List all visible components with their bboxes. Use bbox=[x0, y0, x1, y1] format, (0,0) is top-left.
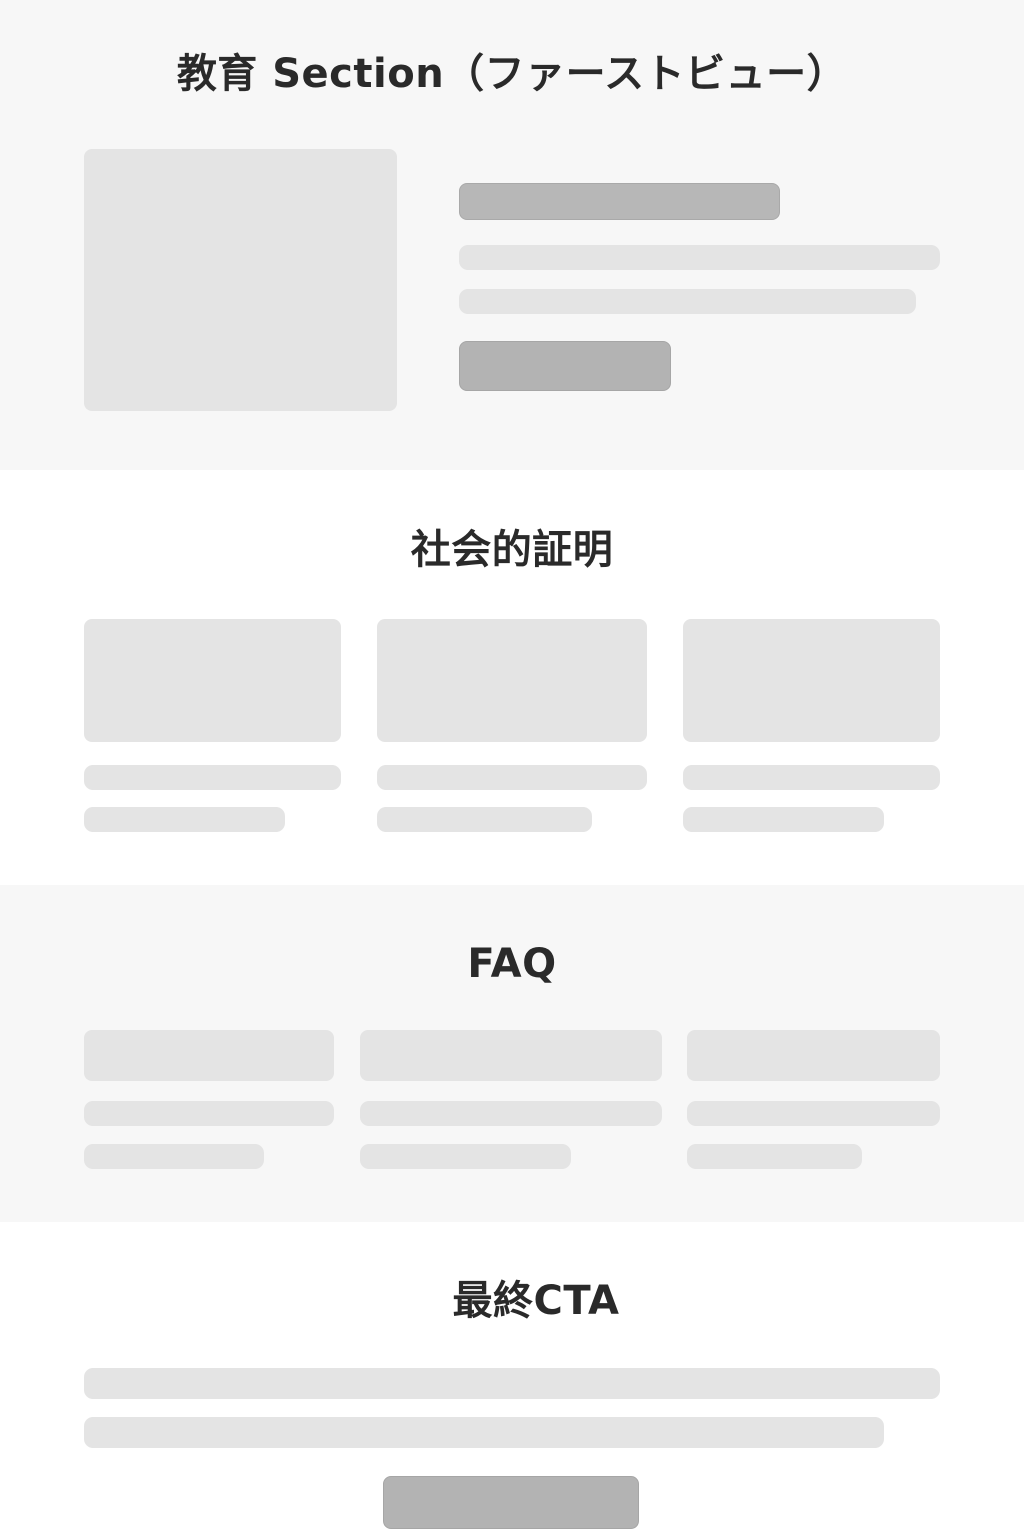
faq-section-title: FAQ bbox=[467, 941, 557, 987]
faq-question-placeholder[interactable] bbox=[360, 1030, 662, 1081]
hero-text-line-placeholder bbox=[459, 289, 916, 314]
hero-image-placeholder bbox=[84, 149, 397, 411]
faq-answer-line-placeholder bbox=[360, 1144, 571, 1169]
faq-answer-line-placeholder bbox=[84, 1144, 264, 1169]
testimonial-card-image-placeholder bbox=[377, 619, 647, 742]
testimonial-card-image-placeholder bbox=[84, 619, 341, 742]
faq-answer-line-placeholder bbox=[84, 1101, 334, 1126]
social-proof-section: 社会的証明 bbox=[0, 470, 1024, 885]
faq-section: FAQ bbox=[0, 885, 1024, 1222]
testimonial-text-line-placeholder bbox=[377, 807, 592, 832]
hero-section-title: 教育 Section（ファーストビュー） bbox=[176, 51, 848, 97]
testimonial-text-line-placeholder bbox=[84, 765, 341, 790]
hero-cta-button-placeholder[interactable] bbox=[459, 341, 671, 391]
faq-question-placeholder[interactable] bbox=[84, 1030, 334, 1081]
final-cta-section: 最終CTA bbox=[0, 1222, 1024, 1536]
final-cta-button-placeholder[interactable] bbox=[383, 1476, 639, 1529]
hero-heading-placeholder bbox=[459, 183, 780, 220]
cta-text-line-placeholder bbox=[84, 1368, 940, 1399]
testimonial-text-line-placeholder bbox=[84, 807, 285, 832]
faq-answer-line-placeholder bbox=[687, 1144, 862, 1169]
final-cta-section-title: 最終CTA bbox=[452, 1278, 620, 1324]
testimonial-text-line-placeholder bbox=[377, 765, 647, 790]
faq-answer-line-placeholder bbox=[360, 1101, 662, 1126]
faq-answer-line-placeholder bbox=[687, 1101, 940, 1126]
testimonial-text-line-placeholder bbox=[683, 807, 884, 832]
hero-text-line-placeholder bbox=[459, 245, 940, 270]
social-proof-section-title: 社会的証明 bbox=[410, 527, 614, 573]
hero-section: 教育 Section（ファーストビュー） bbox=[0, 0, 1024, 470]
testimonial-text-line-placeholder bbox=[683, 765, 940, 790]
faq-question-placeholder[interactable] bbox=[687, 1030, 940, 1081]
testimonial-card-image-placeholder bbox=[683, 619, 940, 742]
cta-text-line-placeholder bbox=[84, 1417, 884, 1448]
